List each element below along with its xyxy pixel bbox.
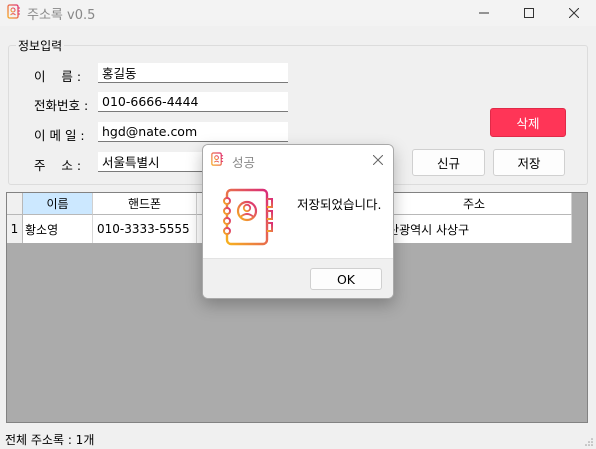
- address-label: 주 소 :: [34, 158, 82, 173]
- new-button[interactable]: 신규: [412, 149, 485, 176]
- cell-name[interactable]: 황소영: [23, 215, 93, 243]
- address-book-icon: [219, 187, 277, 252]
- row-header[interactable]: 1: [7, 215, 23, 243]
- email-label: 이 메 일 :: [34, 128, 85, 143]
- resize-grip-icon[interactable]: [584, 437, 594, 447]
- address-book-icon: [6, 4, 21, 23]
- phone-label: 전화번호 :: [34, 98, 89, 113]
- minimize-button[interactable]: [462, 0, 506, 26]
- grid-corner-header[interactable]: [7, 193, 23, 215]
- window-titlebar: 주소록 v0.5: [0, 0, 596, 26]
- dialog-title: 성공: [232, 155, 256, 170]
- phone-field[interactable]: [98, 92, 288, 112]
- success-dialog: 성공 저장되었습니다. OK: [202, 144, 394, 299]
- maximize-icon: [524, 8, 534, 18]
- name-label: 이 름 :: [34, 69, 82, 84]
- cell-address[interactable]: 부산광역시 사상구: [377, 215, 572, 243]
- address-book-icon: [210, 152, 224, 170]
- dialog-body: 저장되었습니다.: [203, 175, 393, 258]
- close-icon: [373, 155, 383, 165]
- dialog-close-button[interactable]: [368, 151, 388, 169]
- dialog-message: 저장되었습니다.: [297, 197, 382, 212]
- status-bar: 전체 주소록 : 1개: [0, 428, 596, 449]
- save-button[interactable]: 저장: [493, 149, 565, 176]
- dialog-titlebar: 성공: [203, 145, 393, 175]
- window-title: 주소록 v0.5: [27, 8, 96, 23]
- minimize-icon: [479, 12, 489, 14]
- column-header-address[interactable]: 주소: [377, 193, 572, 215]
- status-text: 전체 주소록 : 1개: [5, 433, 95, 447]
- delete-button[interactable]: 삭제: [490, 108, 566, 137]
- close-icon: [569, 8, 579, 18]
- name-field[interactable]: [98, 63, 288, 83]
- ok-button[interactable]: OK: [310, 268, 382, 290]
- maximize-button[interactable]: [507, 0, 551, 26]
- dialog-footer: OK: [203, 258, 393, 298]
- input-group-title: 정보입력: [16, 37, 65, 54]
- cell-phone[interactable]: 010-3333-5555: [93, 215, 197, 243]
- close-button[interactable]: [552, 0, 596, 26]
- column-header-phone[interactable]: 핸드폰: [93, 193, 197, 215]
- column-header-name[interactable]: 이름: [23, 193, 93, 215]
- email-field[interactable]: [98, 122, 288, 142]
